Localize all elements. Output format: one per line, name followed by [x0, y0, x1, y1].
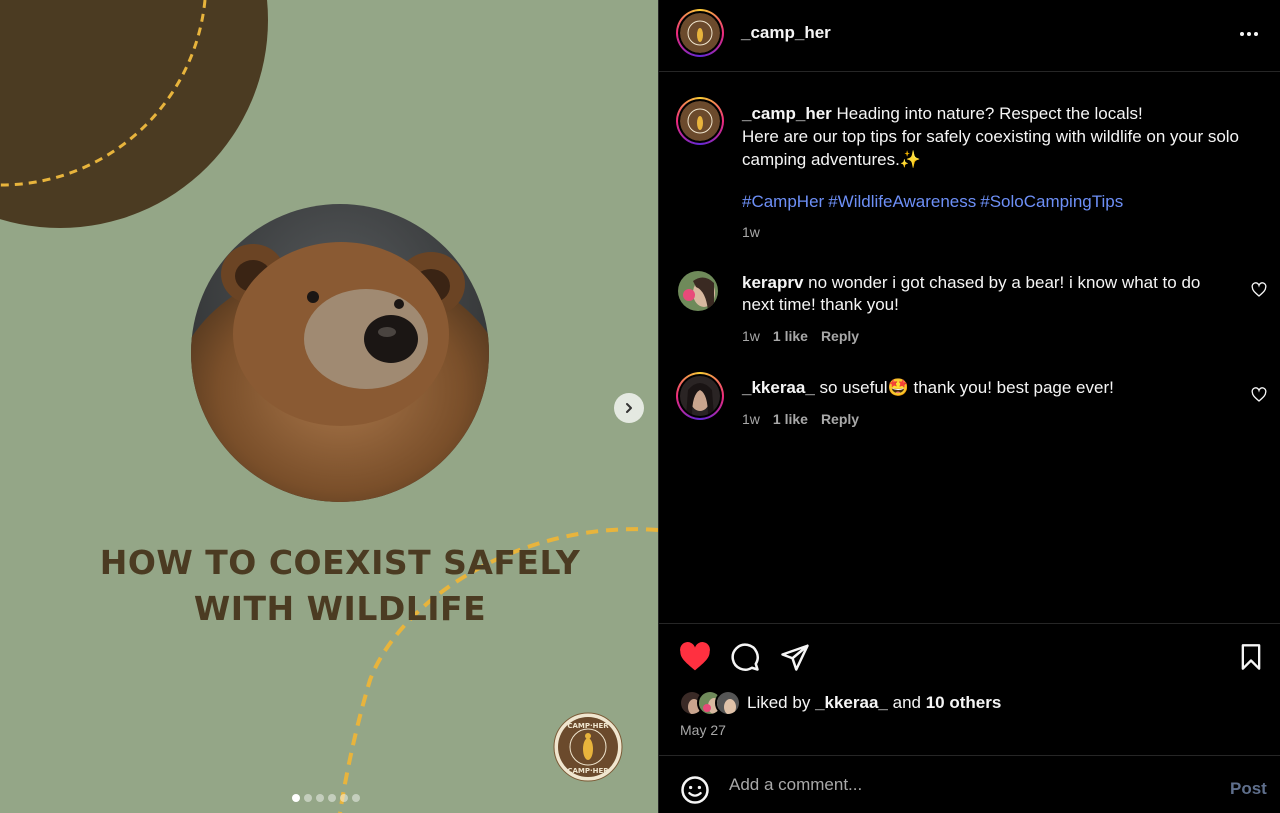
more-icon [1240, 32, 1244, 36]
comment-text: _kkeraa_ so useful🤩 thank you! best page… [742, 377, 1232, 399]
star-eyes-emoji: 🤩 [887, 378, 909, 397]
camp-her-logo-avatar [680, 13, 720, 53]
comment-icon[interactable] [730, 642, 760, 672]
emoji-picker-icon[interactable] [680, 775, 710, 805]
liker-avatar [715, 690, 741, 716]
caption-line1: Heading into nature? Respect the locals! [836, 104, 1143, 123]
like-comment-heart-icon[interactable] [1251, 387, 1267, 403]
sparkles-emoji: ✨ [899, 150, 921, 169]
user-photo [680, 376, 720, 416]
share-send-icon[interactable] [780, 642, 810, 672]
svg-text:CAMP·HER: CAMP·HER [567, 722, 609, 730]
carousel-dot [328, 794, 336, 802]
comment-text: keraprv no wonder i got chased by a bear… [742, 272, 1232, 316]
comment-body: so useful [819, 378, 888, 397]
post-comment-button[interactable]: Post [1230, 779, 1267, 799]
comment-likes[interactable]: 1 like [773, 411, 808, 427]
camp-her-logo-avatar [680, 101, 720, 141]
comment-username[interactable]: keraprv [742, 273, 803, 292]
caption-line2: Here are our top tips for safely coexist… [742, 127, 1240, 169]
carousel-dot [352, 794, 360, 802]
liked-by-row[interactable]: Liked by _kkeraa_ and 10 others [679, 690, 1001, 716]
comment-time: 1w [742, 411, 760, 427]
liker-username[interactable]: _kkeraa_ [815, 693, 888, 712]
more-options-button[interactable] [1237, 22, 1261, 46]
comment-time: 1w [742, 328, 760, 344]
comment-username[interactable]: _kkeraa_ [742, 378, 815, 397]
caption-time: 1w [742, 224, 760, 240]
caption-avatar[interactable] [676, 97, 724, 145]
commenter-avatar[interactable] [676, 269, 720, 313]
post-actions: Liked by _kkeraa_ and 10 others May 27 [659, 623, 1280, 755]
comment-input[interactable] [729, 775, 1169, 795]
next-slide-button[interactable] [614, 393, 644, 423]
carousel-dot [292, 794, 300, 802]
hashtag-link[interactable]: #CampHer [742, 192, 824, 211]
carousel-dot [316, 794, 324, 802]
hashtag-link[interactable]: #SoloCampingTips [980, 192, 1123, 211]
like-comment-heart-icon[interactable] [1251, 282, 1267, 298]
reply-button[interactable]: Reply [821, 328, 859, 344]
post-caption: _camp_her Heading into nature? Respect t… [742, 102, 1262, 171]
media-title: HOW TO COEXIST SAFELY WITH WILDLIFE [99, 543, 581, 628]
commenter-avatar[interactable] [676, 372, 724, 420]
post-media[interactable]: HOW TO COEXIST SAFELY WITH WILDLIFE CAMP… [0, 0, 658, 813]
comment-meta: 1w 1 like Reply [742, 328, 859, 344]
caption-hashtags: #CampHer #WildlifeAwareness #SoloCampingTi… [742, 192, 1127, 212]
comment-body: thank you! best page ever! [908, 378, 1114, 397]
carousel-dot [304, 794, 312, 802]
carousel-dot [340, 794, 348, 802]
user-photo [678, 271, 718, 311]
comment-meta: 1w 1 like Reply [742, 411, 859, 427]
author-avatar[interactable] [676, 9, 724, 57]
hashtag-link[interactable]: #WildlifeAwareness [828, 192, 976, 211]
like-heart-icon[interactable] [679, 642, 711, 672]
post-sidebar: _camp_her _camp_her Heading into nature?… [658, 0, 1280, 813]
chevron-right-icon [626, 403, 632, 413]
bear-photo [191, 204, 489, 502]
post-date: May 27 [680, 722, 726, 738]
svg-text:CAMP·HER: CAMP·HER [567, 767, 609, 775]
author-username[interactable]: _camp_her [741, 23, 831, 43]
post-header: _camp_her [659, 0, 1280, 72]
camp-her-logo: CAMP·HER CAMP·HER [553, 712, 623, 782]
others-count[interactable]: 10 others [926, 693, 1002, 712]
save-bookmark-icon[interactable] [1237, 642, 1265, 672]
liked-by-text: Liked by _kkeraa_ and 10 others [747, 693, 1002, 712]
add-comment-bar: Post [659, 755, 1280, 813]
caption-username[interactable]: _camp_her [742, 104, 832, 123]
comment-body: no wonder i got chased by a bear! i know… [742, 273, 1201, 314]
reply-button[interactable]: Reply [821, 411, 859, 427]
carousel-dots [292, 794, 360, 802]
comment-likes[interactable]: 1 like [773, 328, 808, 344]
